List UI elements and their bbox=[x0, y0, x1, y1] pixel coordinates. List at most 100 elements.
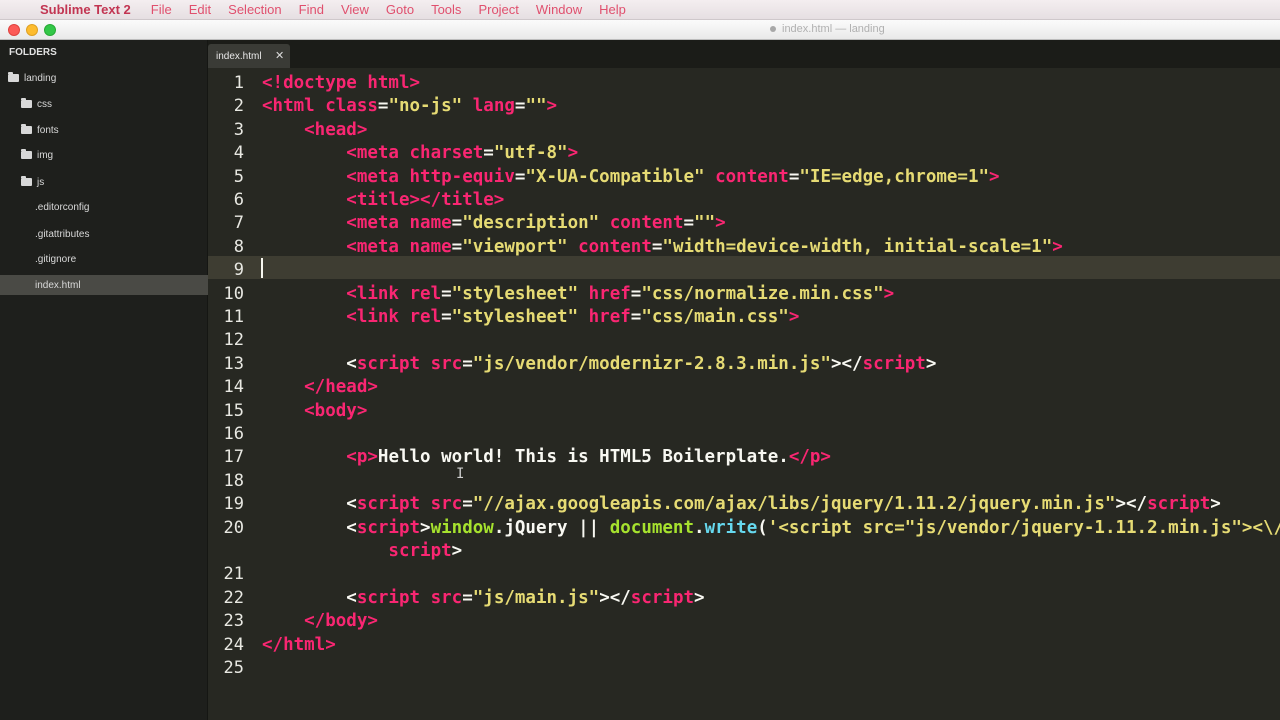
code-line[interactable]: <script src="js/vendor/modernizr-2.8.3.m… bbox=[262, 353, 936, 376]
code-token: > bbox=[715, 213, 726, 234]
code-token: http-equiv bbox=[409, 166, 515, 187]
code-token: = bbox=[462, 587, 473, 608]
code-token: href bbox=[578, 307, 631, 327]
code-token: script bbox=[1147, 494, 1211, 515]
menu-goto[interactable]: Goto bbox=[386, 2, 414, 17]
line-number: 25 bbox=[223, 658, 244, 678]
menu-tools[interactable]: Tools bbox=[431, 2, 461, 17]
code-token: ( bbox=[757, 517, 768, 538]
code-token: = bbox=[651, 236, 663, 257]
line-number: 19 bbox=[223, 494, 244, 515]
folder-icon bbox=[21, 124, 32, 134]
menu-find[interactable]: Find bbox=[299, 2, 324, 17]
code-token: = bbox=[451, 213, 463, 234]
code-token: > bbox=[567, 143, 579, 164]
code-line[interactable]: <link rel="stylesheet" href="css/main.cs… bbox=[262, 306, 799, 329]
code-line[interactable]: <meta name="viewport" content="width=dev… bbox=[262, 236, 1063, 259]
code-line[interactable]: <html class="no-js" lang=""> bbox=[262, 95, 557, 118]
line-number: 16 bbox=[223, 424, 244, 444]
sidebar-item-gitignore[interactable]: .gitignore bbox=[0, 249, 208, 269]
folder-icon bbox=[21, 98, 32, 108]
code-line[interactable]: <body> bbox=[262, 400, 367, 423]
sidebar-header: FOLDERS bbox=[9, 47, 57, 58]
code-line[interactable]: <script>window.jQuery || document.write(… bbox=[262, 517, 1280, 540]
code-token: = bbox=[514, 96, 526, 117]
code-token: </html> bbox=[262, 634, 336, 655]
sidebar-item-fonts[interactable]: fonts bbox=[0, 120, 208, 140]
sidebar-item-img[interactable]: img bbox=[0, 145, 208, 165]
text-caret bbox=[261, 258, 263, 278]
zoom-window-button[interactable] bbox=[44, 24, 56, 36]
sidebar-item-gitattributes[interactable]: .gitattributes bbox=[0, 224, 208, 244]
code-token: script bbox=[356, 517, 421, 538]
code-token: <body> bbox=[262, 400, 368, 421]
menu-edit[interactable]: Edit bbox=[189, 2, 211, 17]
code-line[interactable]: <title></title> bbox=[262, 189, 504, 212]
code-line[interactable]: <meta http-equiv="X-UA-Compatible" conte… bbox=[262, 166, 999, 189]
code-token: > bbox=[420, 517, 431, 538]
sidebar-item-label: landing bbox=[24, 72, 57, 84]
code-token: </p> bbox=[788, 447, 831, 468]
code-token: > bbox=[925, 353, 937, 374]
sidebar-item-label: .gitattributes bbox=[35, 228, 90, 240]
folder-icon bbox=[21, 176, 32, 186]
close-icon[interactable]: ✕ bbox=[275, 49, 284, 62]
code-token: lang bbox=[462, 96, 515, 117]
menu-selection[interactable]: Selection bbox=[228, 2, 281, 17]
code-token: window bbox=[430, 517, 494, 538]
sidebar-item-editorconfig[interactable]: .editorconfig bbox=[0, 197, 208, 217]
code-token: "" bbox=[525, 96, 547, 117]
menu-project[interactable]: Project bbox=[478, 2, 518, 17]
sidebar-item-label: img bbox=[37, 149, 54, 161]
code-token: < bbox=[262, 517, 357, 538]
menu-app-name[interactable]: Sublime Text 2 bbox=[40, 2, 131, 17]
code-token: < bbox=[262, 494, 357, 515]
code-token: = bbox=[451, 236, 463, 257]
code-editor[interactable]: 1 2 3 4 5 6 7 8 9 10 11 12 13 14 15 16 17 18 19 20 21 22 23 24 2… bbox=[208, 68, 1280, 720]
menu-help[interactable]: Help bbox=[599, 2, 626, 17]
code-line[interactable]: <!doctype html> bbox=[262, 72, 420, 95]
unsaved-dot-icon bbox=[770, 26, 776, 33]
minimize-window-button[interactable] bbox=[26, 24, 38, 36]
code-token: write bbox=[704, 517, 758, 538]
line-number: 21 bbox=[223, 564, 244, 585]
tab-bar: index.html ✕ bbox=[208, 40, 1280, 68]
sidebar-item-js[interactable]: js bbox=[0, 172, 208, 192]
code-line[interactable]: <script src="js/main.js"></script> bbox=[262, 587, 704, 610]
close-window-button[interactable] bbox=[8, 24, 20, 36]
code-line[interactable]: <script src="//ajax.googleapis.com/ajax/… bbox=[262, 493, 1221, 516]
code-token: script bbox=[630, 587, 695, 608]
code-token: . bbox=[694, 517, 705, 538]
menu-view[interactable]: View bbox=[341, 2, 369, 17]
code-line[interactable]: </html> bbox=[262, 634, 336, 657]
sidebar-item-root[interactable]: landing bbox=[0, 68, 208, 88]
code-token: "IE=edge,chrome=1" bbox=[799, 166, 990, 187]
code-token: "X-UA-Compatible" bbox=[525, 166, 705, 187]
sidebar-item-label: css bbox=[37, 98, 52, 110]
code-token: '<script src="js/vendor/jquery-1.11.2.mi… bbox=[767, 517, 1280, 538]
code-line[interactable]: <link rel="stylesheet" href="css/normali… bbox=[262, 283, 894, 306]
code-line[interactable]: <p>Hello world! This is HTML5 Boilerplat… bbox=[262, 446, 831, 469]
sidebar-item-index-html[interactable]: index.html bbox=[0, 275, 208, 295]
line-number: 13 bbox=[223, 353, 244, 374]
code-line[interactable]: <meta charset="utf-8"> bbox=[262, 142, 578, 165]
menu-window[interactable]: Window bbox=[536, 2, 582, 17]
code-token: <link bbox=[262, 283, 410, 304]
sidebar-item-label: js bbox=[37, 176, 45, 188]
line-number: 6 bbox=[233, 190, 244, 210]
sidebar-item-css[interactable]: css bbox=[0, 94, 208, 114]
code-line[interactable]: </head> bbox=[262, 376, 378, 399]
code-line[interactable]: <meta name="description" content=""> bbox=[262, 212, 726, 235]
code-line[interactable]: </body> bbox=[262, 610, 378, 633]
code-token: <p> bbox=[262, 447, 378, 468]
tab-index-html[interactable]: index.html ✕ bbox=[208, 44, 290, 68]
code-line[interactable]: <head> bbox=[262, 119, 367, 142]
line-number: 24 bbox=[223, 634, 244, 655]
code-token: script bbox=[262, 541, 452, 561]
code-token: <link bbox=[262, 307, 410, 327]
code-token: </head> bbox=[262, 377, 378, 398]
menu-file[interactable]: File bbox=[151, 2, 172, 17]
code-token: "js/main.js" bbox=[472, 587, 600, 608]
window-title-bar: index.html — landing bbox=[0, 20, 1280, 40]
code-line[interactable]: script> bbox=[262, 540, 462, 563]
